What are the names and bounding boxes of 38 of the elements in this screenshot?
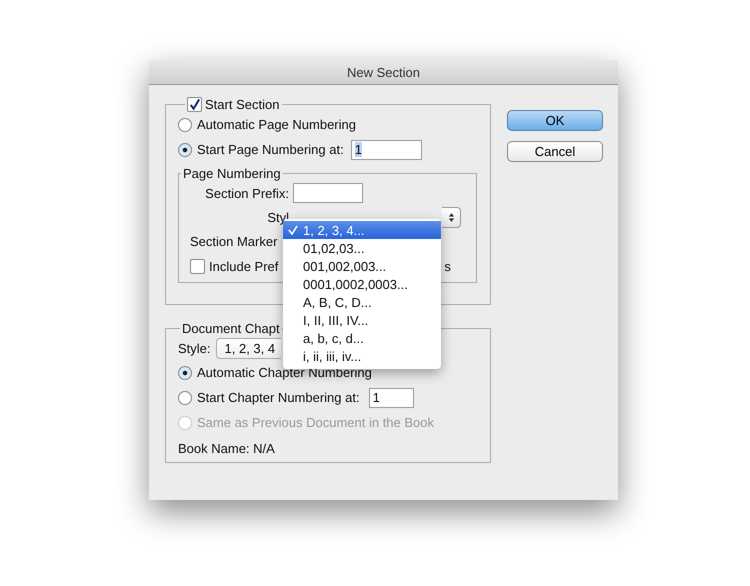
checkbox[interactable] [187,97,202,112]
checkbox-label: Start Section [205,97,280,112]
field-label: Section Marker [190,234,278,248]
window-title: New Section [347,64,420,80]
book-name-text: Book Name: N/A [178,440,275,456]
checkbox-label: s [444,258,451,274]
input-field[interactable] [293,183,363,203]
menu-item[interactable]: A, B, C, D... [283,293,441,311]
menu-item[interactable]: 0001,0002,0003... [283,275,441,293]
menu-item[interactable]: i, ii, iii, iv... [283,347,441,365]
radio-button[interactable] [178,142,192,156]
checkbox[interactable] [190,258,205,274]
group-title: Document Chapt [181,321,281,336]
radio-label: Automatic Chapter Numbering [197,365,372,380]
field-label: Section Prefix: [204,186,289,200]
radio-label: Start Chapter Numbering at: [197,390,360,405]
menu-item[interactable]: a, b, c, d... [283,329,441,347]
field-label: Style: [178,340,211,356]
radio-button[interactable] [178,118,192,132]
radio-button[interactable] [178,366,192,380]
menu-item[interactable]: 01,02,03... [283,239,441,257]
menu-item[interactable]: 001,002,003... [283,257,441,275]
menu-item[interactable]: 1, 2, 3, 4... [283,221,441,239]
input-field[interactable]: 1 [368,388,414,408]
popup-button[interactable] [442,206,461,228]
radio-label: Start Page Numbering at: [197,142,344,157]
menu-item[interactable]: I, II, III, IV... [283,311,441,329]
radio-button[interactable] [178,390,192,404]
check-icon [288,225,298,235]
radio-label: Automatic Page Numbering [197,117,356,132]
radio-label: Same as Previous Document in the Book [197,415,434,430]
style-popup[interactable]: 1, 2, 3, 4 [216,338,281,358]
cancel-button[interactable]: Cancel [507,141,603,162]
stepper-arrows-icon [448,212,454,222]
checkbox-label: Include Pref [209,258,278,274]
ok-button[interactable]: OK [507,110,603,131]
input-field[interactable]: 1 [350,140,422,160]
group-title: Page Numbering [182,166,282,181]
